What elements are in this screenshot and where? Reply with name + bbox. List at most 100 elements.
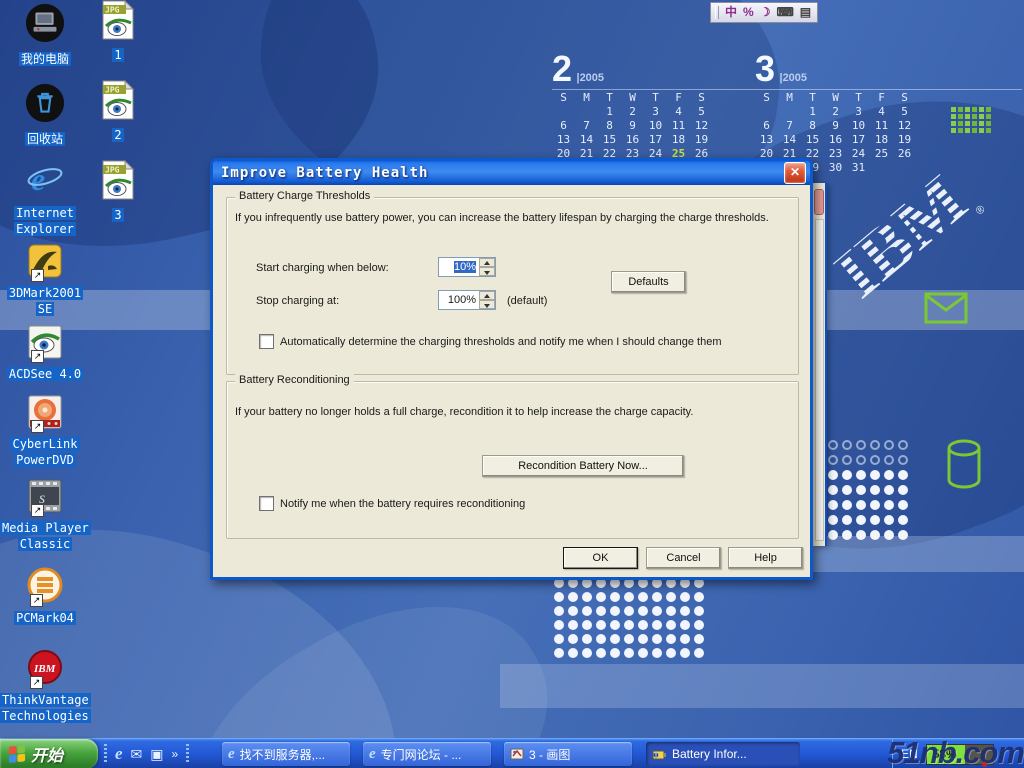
shortcut-arrow: ↗: [30, 594, 43, 607]
internet-explorer-icon: e: [26, 160, 64, 203]
task-label: 3 - 画图: [529, 746, 570, 763]
desktop-icon-powerdvd[interactable]: ↗ CyberLink PowerDVD: [0, 395, 90, 468]
quick-launch-outlook-icon[interactable]: ✉: [131, 740, 143, 768]
calendar-march-2005: 3 |2005 SMTWTFS1234567891011121314151617…: [755, 52, 916, 175]
ime-chinese-icon[interactable]: 中: [725, 4, 737, 21]
dialog-body: Battery Charge Thresholds If you infrequ…: [213, 185, 810, 577]
background-window-scrollbar-fragment[interactable]: [815, 219, 824, 541]
paint-icon: [510, 747, 524, 761]
icon-label: CyberLink PowerDVD: [10, 437, 79, 467]
dot-grid-right: [814, 440, 912, 545]
taskbar-task-battery-information[interactable]: ! Battery Infor...: [646, 742, 800, 766]
spin-up-button[interactable]: [479, 291, 495, 300]
desktop-icon-recycle-bin[interactable]: 回收站: [0, 82, 90, 147]
spin-up-button[interactable]: [479, 258, 495, 267]
quick-launch-internet-explorer-icon[interactable]: e: [115, 740, 123, 768]
internet-explorer-icon: e: [228, 746, 235, 763]
close-button[interactable]: ✕: [784, 162, 806, 184]
shortcut-arrow: ↗: [30, 676, 43, 689]
help-button[interactable]: Help: [728, 547, 803, 569]
battery-icon: !: [652, 747, 667, 761]
desktop-icon-acdsee[interactable]: ↗ ACDSee 4.0: [0, 325, 90, 382]
jpg-file-icon: JPG: [101, 80, 135, 125]
recondition-battery-button[interactable]: Recondition Battery Now...: [482, 455, 684, 477]
quick-launch-overflow-chevron-icon[interactable]: »: [172, 740, 179, 768]
icon-label: 1: [112, 48, 123, 62]
battery-charge-thresholds-group: Battery Charge Thresholds If you infrequ…: [226, 197, 799, 375]
desktop: 2 |2005 SMTWTFS1234567891011121314151617…: [0, 0, 1024, 768]
svg-text:IBM: IBM: [33, 663, 57, 675]
icon-label: 回收站: [25, 132, 65, 146]
defaults-button[interactable]: Defaults: [611, 271, 686, 293]
recycle-bin-icon: [24, 82, 66, 129]
spin-down-button[interactable]: [479, 300, 495, 309]
shortcut-arrow: ↗: [31, 269, 44, 282]
stop-charging-label: Stop charging at:: [256, 295, 339, 307]
svg-text:JPG: JPG: [105, 86, 120, 95]
notify-reconditioning-checkbox-label: Notify me when the battery requires reco…: [280, 498, 525, 510]
ime-keyboard-icon[interactable]: ⌨: [776, 4, 793, 21]
51nb-watermark: 51nb.com: [887, 735, 1024, 768]
quick-launch-grip[interactable]: [104, 744, 107, 764]
task-label: 专门网论坛 - ...: [381, 746, 462, 763]
dialog-titlebar[interactable]: Improve Battery Health ✕: [213, 161, 810, 185]
taskbar: 开始 e ✉ ▣ » e 找不到服务器,... e 专门网论坛 - ... 3 …: [0, 738, 1024, 768]
group-description: If you infrequently use battery power, y…: [235, 212, 791, 224]
quick-launch-show-desktop-icon[interactable]: ▣: [150, 740, 163, 768]
start-button-label: 开始: [31, 742, 63, 766]
spin-down-button[interactable]: [479, 267, 495, 276]
group-description: If your battery no longer holds a full c…: [235, 406, 791, 418]
icon-label: PCMark04: [14, 611, 76, 625]
dialog-title: Improve Battery Health: [213, 165, 784, 181]
desktop-icon-3dmark2001[interactable]: ↗ 3DMark2001 SE: [0, 244, 90, 317]
desktop-icon-my-computer[interactable]: 我的电脑: [0, 2, 90, 67]
cancel-button[interactable]: Cancel: [646, 547, 721, 569]
desktop-icon-jpg-3[interactable]: JPG 3: [88, 160, 148, 223]
stop-charging-value: 100%: [448, 294, 476, 306]
icon-label: 3: [112, 208, 123, 222]
calendar-year: |2005: [576, 72, 604, 84]
battery-reconditioning-group: Battery Reconditioning If your battery n…: [226, 381, 799, 539]
taskbar-task-ie-forum[interactable]: e 专门网论坛 - ...: [363, 742, 491, 766]
svg-text:!: !: [655, 753, 657, 759]
taskbar-task-ie-server-not-found[interactable]: e 找不到服务器,...: [222, 742, 350, 766]
shortcut-arrow: ↗: [31, 504, 44, 517]
language-bar-grip[interactable]: [715, 6, 719, 19]
envelope-icon: [924, 292, 968, 324]
notify-reconditioning-checkbox[interactable]: [259, 496, 274, 511]
desktop-icon-jpg-1[interactable]: JPG 1: [88, 0, 148, 63]
ime-fullwidth-moon-icon[interactable]: ☽: [760, 4, 771, 21]
auto-determine-checkbox[interactable]: [259, 334, 274, 349]
jpg-file-icon: JPG: [101, 160, 135, 205]
default-note: (default): [507, 295, 547, 307]
desktop-icon-thinkvantage[interactable]: IBM ↗ ThinkVantage Technologies: [0, 649, 90, 724]
quick-launch-grip[interactable]: [186, 744, 189, 764]
taskbar-task-paint[interactable]: 3 - 画图: [504, 742, 632, 766]
ok-button[interactable]: OK: [563, 547, 638, 569]
pcmark04-icon: ↗: [27, 567, 63, 608]
language-bar[interactable]: 中 % ☽ ⌨ ▤: [710, 2, 818, 23]
auto-determine-checkbox-label: Automatically determine the charging thr…: [280, 336, 721, 348]
calendar-month-number: 3: [755, 48, 775, 89]
stop-charging-spinner[interactable]: 100%: [438, 290, 496, 310]
desktop-icon-pcmark04[interactable]: ↗ PCMark04: [0, 567, 90, 626]
ime-punctuation-icon[interactable]: %: [743, 4, 754, 21]
calendar-month-number: 2: [552, 48, 572, 89]
background-window-edge[interactable]: [813, 183, 827, 546]
desktop-icon-media-player-classic[interactable]: s ↗ Media Player Classic: [0, 479, 90, 552]
task-label: Battery Infor...: [672, 747, 747, 761]
my-computer-icon: [24, 2, 66, 49]
database-cylinder-icon: [945, 438, 983, 490]
icon-label: 3DMark2001 SE: [7, 286, 83, 316]
powerdvd-icon: ↗: [28, 395, 62, 434]
dot-grid-bottom: [554, 578, 708, 662]
icon-label: Internet Explorer: [14, 206, 76, 236]
ime-menu-icon[interactable]: ▤: [800, 4, 811, 21]
desktop-icon-internet-explorer[interactable]: e Internet Explorer: [0, 160, 90, 237]
start-charging-spinner[interactable]: 10%: [438, 257, 496, 277]
3dmark2001-icon: ↗: [28, 244, 62, 283]
start-charging-value: 10%: [454, 261, 476, 273]
desktop-icon-jpg-2[interactable]: JPG 2: [88, 80, 148, 143]
icon-label: 我的电脑: [19, 52, 71, 66]
start-button[interactable]: 开始: [0, 739, 98, 768]
